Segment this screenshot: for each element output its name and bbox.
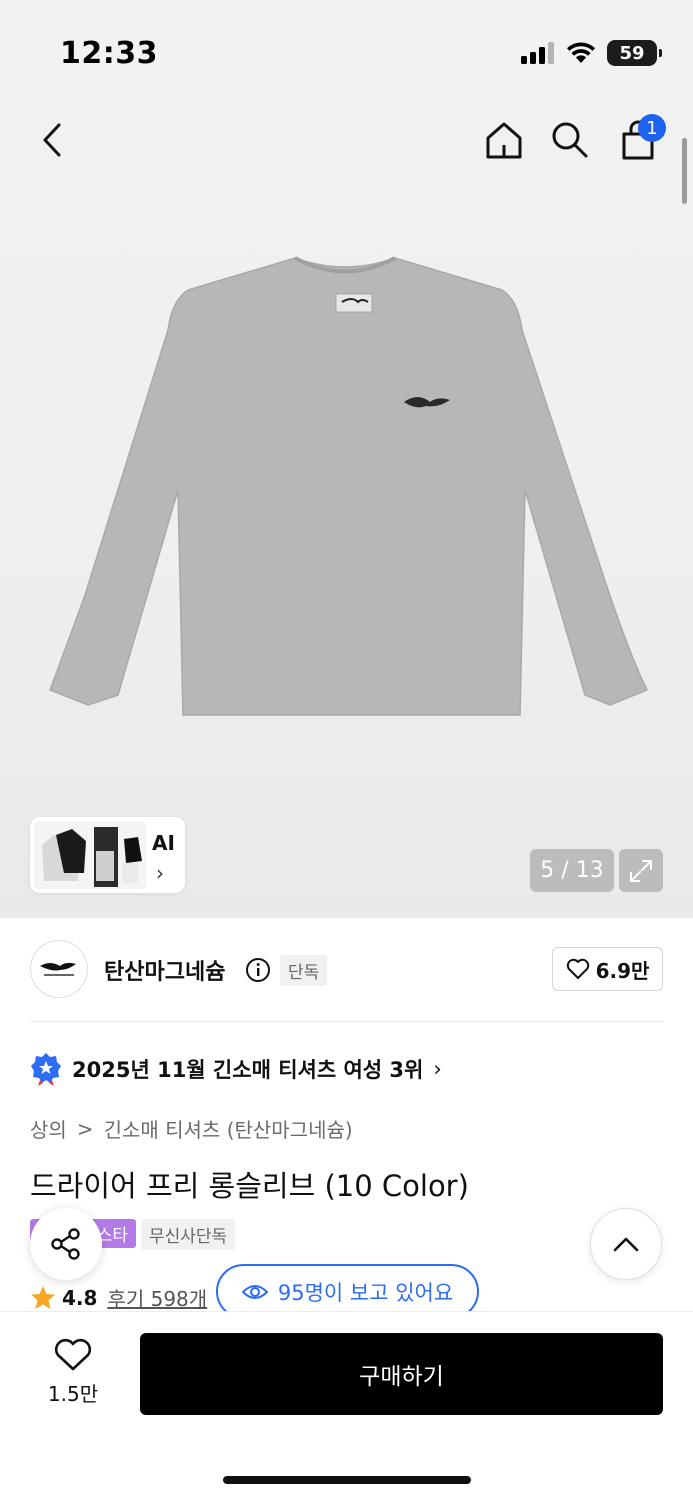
brand-logo-icon [40, 962, 76, 976]
cart-button[interactable]: 1 [614, 114, 666, 164]
ai-label: AI [152, 831, 175, 855]
brand-like-button[interactable]: 6.9만 [552, 947, 663, 991]
exclusive-tag: 단독 [280, 955, 328, 986]
chevron-right-icon: › [156, 861, 164, 885]
expand-icon [630, 859, 652, 882]
ai-recommend-thumbnail[interactable]: AI › [30, 817, 185, 893]
wish-button[interactable]: 1.5만 [30, 1338, 116, 1407]
search-icon [552, 122, 588, 158]
image-counter: 5 / 13 [530, 849, 614, 892]
home-indicator [223, 1476, 471, 1484]
brand-name[interactable]: 탄산마그네슘 [104, 954, 225, 986]
buy-button[interactable]: 구매하기 [140, 1333, 663, 1415]
share-button[interactable] [30, 1208, 102, 1280]
breadcrumb-subcategory[interactable]: 긴소매 티셔츠 (탄산마그네슘) [104, 1114, 353, 1143]
expand-button[interactable] [619, 849, 663, 892]
search-button[interactable] [546, 116, 594, 164]
wish-count: 1.5만 [47, 1382, 99, 1406]
status-time: 12:33 [60, 36, 158, 71]
product-image-area[interactable]: 12:33 59 1 AI › 5 / 13 [0, 0, 693, 918]
chevron-up-icon [613, 1237, 639, 1252]
heart-icon [566, 958, 589, 979]
product-image[interactable] [40, 250, 655, 725]
ranking-text: 2025년 11월 긴소매 티셔츠 여성 3위 [72, 1058, 424, 1082]
breadcrumb-category[interactable]: 상의 [30, 1114, 67, 1143]
musinsa-exclusive-tag: 무신사단독 [141, 1219, 236, 1250]
eye-icon [241, 1284, 268, 1299]
cart-count-badge: 1 [638, 114, 666, 142]
share-icon [51, 1228, 80, 1260]
viewers-text: 95명이 보고 있어요 [277, 1280, 454, 1305]
ranking-badge-icon [31, 1053, 61, 1086]
thumbnail-image [34, 821, 146, 889]
breadcrumb: 상의 > 긴소매 티셔츠 (탄산마그네슘) [30, 1114, 353, 1143]
heart-icon [54, 1338, 92, 1371]
info-icon[interactable] [245, 957, 271, 987]
rating-row: 4.8 후기 598개 [30, 1283, 207, 1312]
home-button[interactable] [480, 116, 528, 164]
review-link[interactable]: 후기 598개 [107, 1283, 207, 1312]
ranking-link[interactable]: 2025년 11월 긴소매 티셔츠 여성 3위 › [30, 1052, 442, 1086]
signal-icon [521, 42, 554, 64]
chevron-right-icon: › [433, 1057, 442, 1081]
star-icon [31, 1285, 55, 1309]
product-title: 드라이어 프리 롱슬리브 (10 Color) [30, 1169, 469, 1203]
scroll-top-button[interactable] [590, 1208, 662, 1280]
wifi-icon [567, 42, 595, 63]
breadcrumb-separator: > [76, 1116, 94, 1141]
divider [30, 1021, 663, 1022]
battery-indicator: 59 [607, 40, 662, 66]
brand-logo[interactable] [30, 940, 88, 998]
back-button[interactable] [28, 116, 76, 164]
scroll-indicator [682, 138, 687, 204]
home-icon [486, 122, 522, 159]
status-icons: 59 [521, 40, 662, 66]
rating-value: 4.8 [62, 1285, 98, 1310]
chevron-left-icon [43, 123, 61, 157]
brand-like-count: 6.9만 [595, 958, 650, 983]
